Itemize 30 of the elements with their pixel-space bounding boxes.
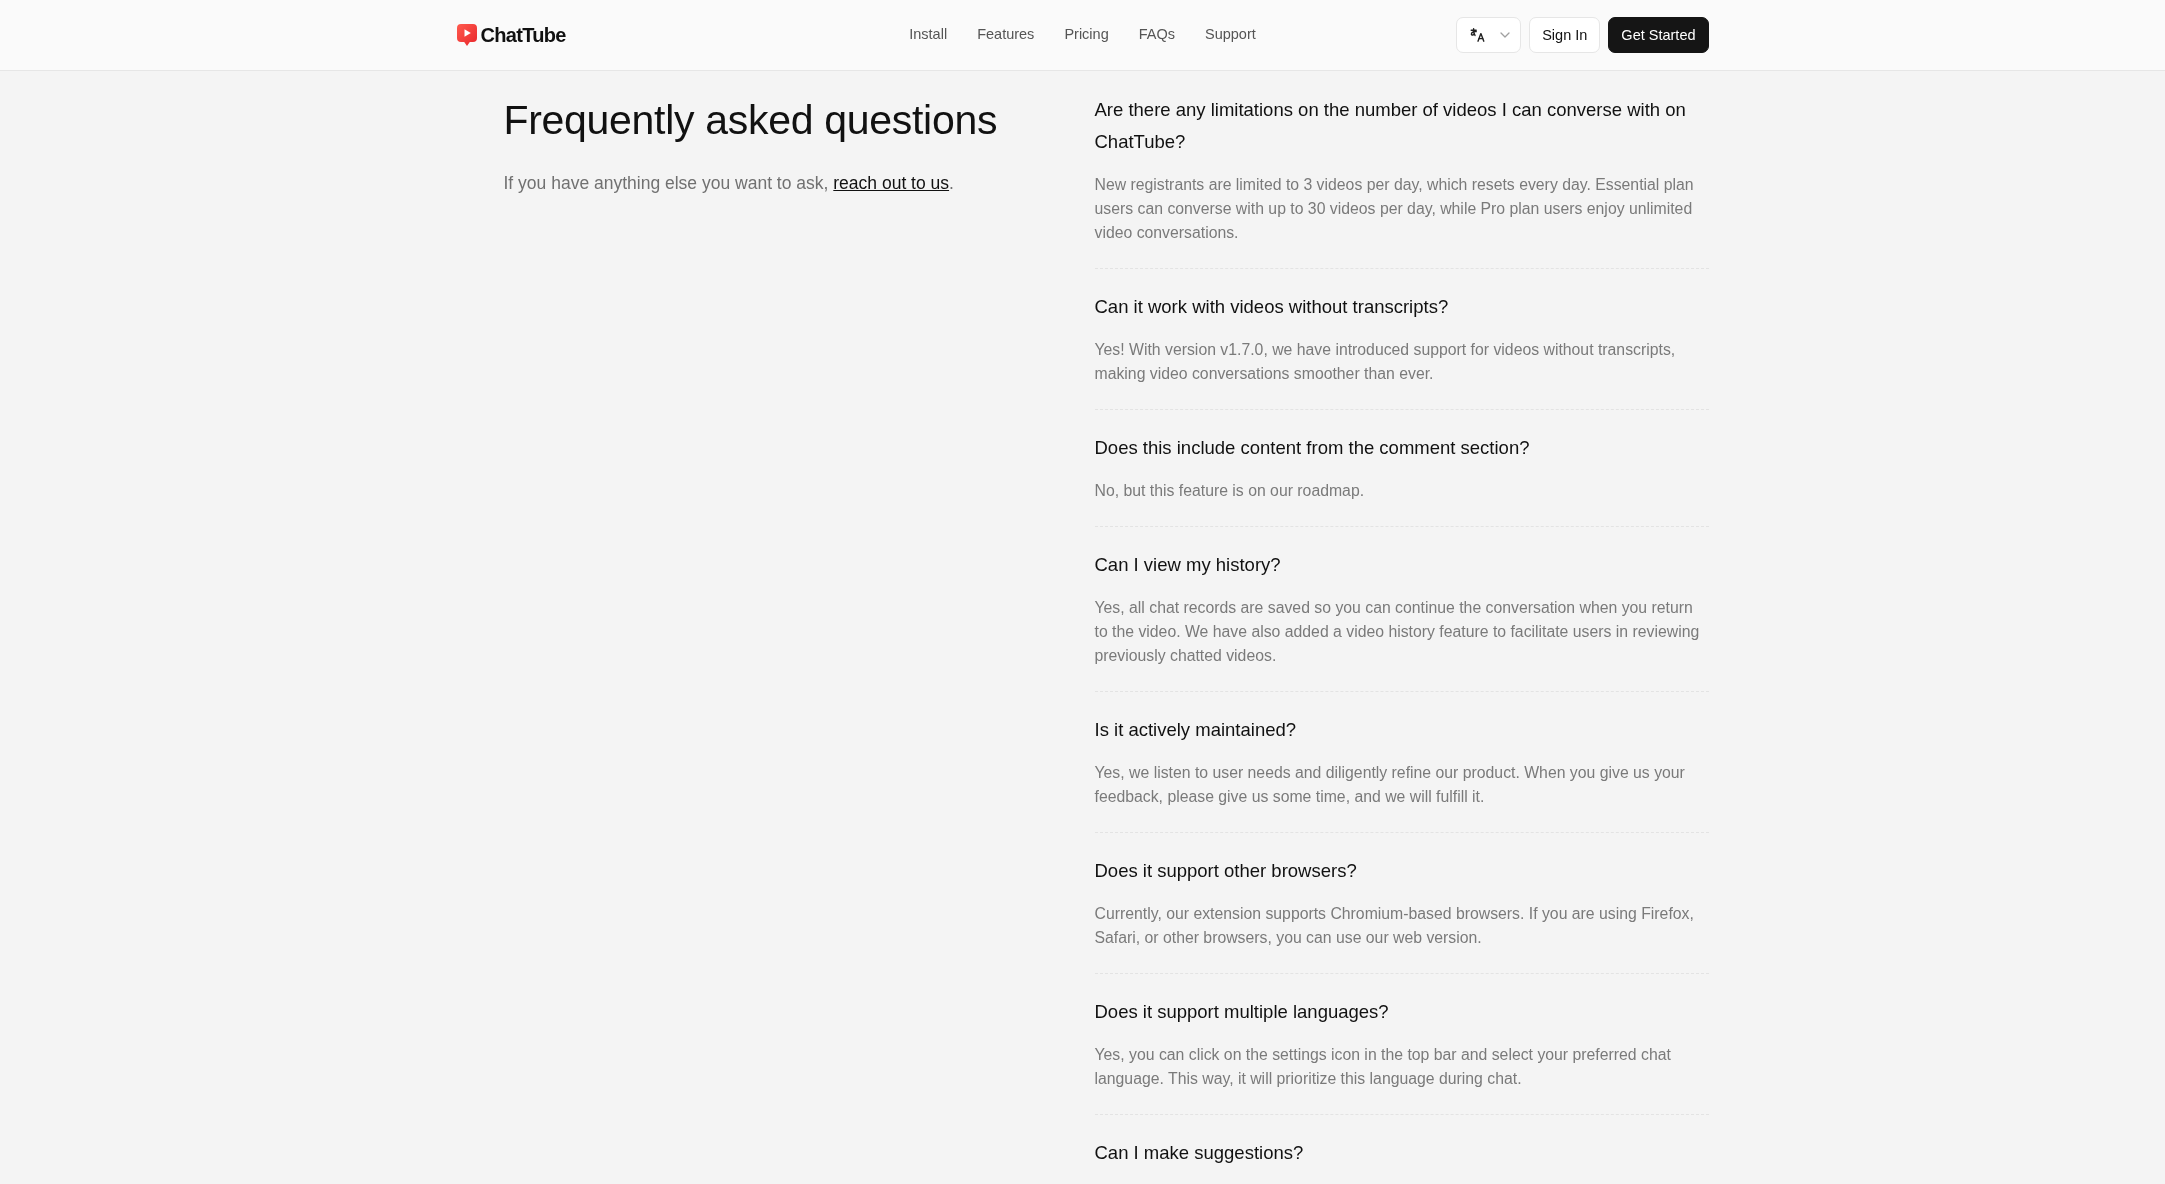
nav-link[interactable]: Pricing xyxy=(1064,24,1109,46)
brand-name[interactable]: ChatTube xyxy=(480,23,566,47)
faq-answer: Yes! With version v1.7.0, we have introduced support for videos without transcripts, making video conversations smoother than ever. xyxy=(1094,340,1677,384)
faq-question: Are there any limitations on the number of videos I can converse with on ChatTube? xyxy=(1094,98,1687,154)
faq-answer: Currently, our extension supports Chromium-based browsers. If you are using Firefox, Safari, or other browsers, you can use our web version. xyxy=(1094,904,1695,948)
translate-icon xyxy=(1470,28,1486,42)
logo-icon[interactable] xyxy=(456,23,477,47)
nav-link[interactable]: FAQs xyxy=(1138,24,1175,46)
page-title: Frequently asked questions xyxy=(503,96,999,145)
faq-question: Can I make suggestions? xyxy=(1094,1141,1305,1165)
faq-question: Can I view my history? xyxy=(1094,553,1282,577)
sign-in-button[interactable]: Sign In xyxy=(1529,17,1601,53)
nav-link[interactable]: Support xyxy=(1204,24,1256,46)
faq-answer: New registrants are limited to 3 videos per day, which resets every day. Essential plan users can converse with up to 30 videos per day, while Pro plan users enjoy unlimited video conversations. xyxy=(1094,175,1695,243)
faq-question: Does it support other browsers? xyxy=(1094,859,1358,883)
nav-link[interactable]: Install xyxy=(909,24,948,46)
faq-question: Does this include content from the comment section? xyxy=(1094,436,1531,460)
chevron-down-icon xyxy=(1500,32,1511,38)
contact-link[interactable]: reach out to us xyxy=(833,173,950,193)
faq-answer: Yes, all chat records are saved so you can continue the conversation when you return to the video. We have also added a video history feature to facilitate users in reviewing previously chatted videos. xyxy=(1094,598,1701,666)
faq-question: Does it support multiple languages? xyxy=(1094,1000,1390,1024)
intro-text: If you have anything else you want to ask, reach out to us. xyxy=(503,172,955,195)
faq-answer: Yes, we listen to user needs and diligently refine our product. When you give us your feedback, please give us some time, and we will fulfill it. xyxy=(1094,763,1686,807)
faq-question: Can it work with videos without transcripts? xyxy=(1094,295,1450,319)
faq-answer: No, but this feature is on our roadmap. xyxy=(1094,481,1366,501)
nav-link[interactable]: Features xyxy=(977,24,1035,46)
faq-answer: Yes, you can click on the settings icon in the top bar and select your preferred chat language. This way, it will prioritize this language during chat. xyxy=(1094,1045,1672,1089)
faq-question: Is it actively maintained? xyxy=(1094,718,1298,742)
language-button[interactable] xyxy=(1456,17,1522,53)
get-started-button[interactable]: Get Started xyxy=(1608,17,1709,53)
